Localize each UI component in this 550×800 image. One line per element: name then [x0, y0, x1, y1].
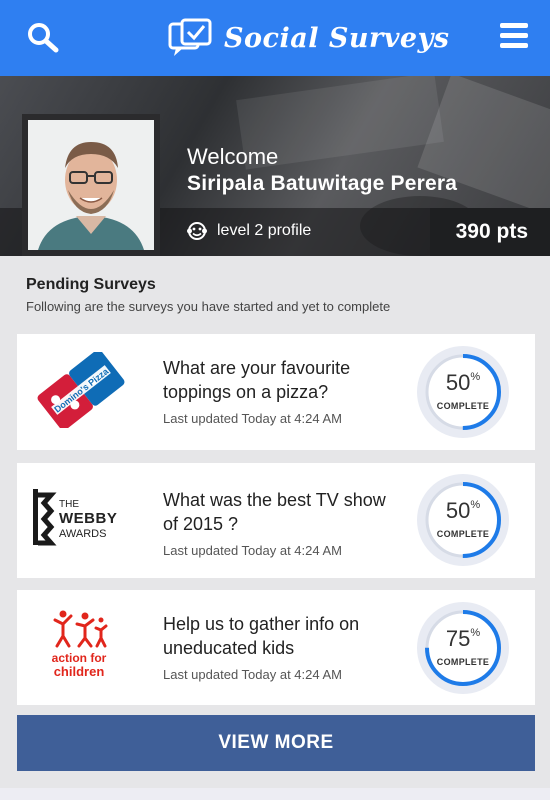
dominos-pizza-logo: Domino's Pizza	[37, 352, 125, 428]
svg-text:AWARDS: AWARDS	[59, 528, 106, 540]
user-name: Siripala Batuwitage Perera	[187, 172, 458, 195]
profile-level-label: level 2 profile	[217, 222, 312, 239]
points-value: 390 pts	[455, 220, 528, 243]
svg-text:action for: action for	[52, 651, 107, 665]
hamburger-menu-icon[interactable]	[500, 23, 528, 49]
svg-text:children: children	[54, 664, 105, 679]
brand: Social Surveys	[168, 14, 449, 62]
progress-label: COMPLETE	[436, 401, 490, 411]
bottom-strip	[0, 788, 550, 800]
survey-updated: Last updated Today at 4:24 AM	[163, 543, 343, 558]
progress-ring: 75% COMPLETE	[415, 600, 511, 696]
progress-ring: 50% COMPLETE	[415, 344, 511, 440]
progress-label: COMPLETE	[436, 529, 490, 539]
action-for-children-logo: action for children	[52, 610, 108, 679]
search-icon[interactable]	[26, 22, 62, 54]
chat-check-icon	[168, 18, 212, 56]
app-title: Social Surveys	[224, 22, 450, 54]
progress-percent: 50%	[445, 370, 481, 395]
profile-level: level 2 profile	[187, 221, 311, 241]
svg-text:WEBBY: WEBBY	[59, 510, 117, 527]
survey-updated: Last updated Today at 4:24 AM	[163, 667, 343, 682]
svg-text:THE: THE	[59, 499, 79, 510]
progress-ring: 50% COMPLETE	[415, 472, 511, 568]
webby-awards-logo: THE WEBBY AWARDS	[33, 489, 117, 546]
avatar-photo	[28, 120, 154, 250]
survey-question: What was the best TV show of 2015 ?	[163, 490, 386, 534]
progress-percent: 75%	[445, 626, 481, 651]
section-title: Pending Surveys	[26, 276, 156, 293]
survey-card[interactable]: action for children Help us to gather in…	[17, 590, 535, 705]
survey-card[interactable]: Domino's Pizza What are your favourite t…	[17, 334, 535, 450]
survey-question: What are your favourite toppings on a pi…	[163, 358, 351, 402]
survey-question: Help us to gather info on uneducated kid…	[163, 614, 360, 658]
monkey-face-icon	[187, 222, 207, 240]
welcome-label: Welcome	[187, 144, 279, 169]
app-header: Social Surveys	[0, 0, 550, 76]
survey-updated: Last updated Today at 4:24 AM	[163, 411, 343, 426]
avatar[interactable]	[22, 114, 160, 256]
section-subtitle: Following are the surveys you have start…	[26, 299, 391, 314]
view-more-button[interactable]: VIEW MORE	[17, 715, 535, 771]
progress-label: COMPLETE	[436, 657, 490, 667]
survey-card[interactable]: THE WEBBY AWARDS What was the best TV sh…	[17, 463, 535, 578]
progress-percent: 50%	[445, 498, 481, 523]
profile-banner: Welcome Siripala Batuwitage Perera level…	[0, 76, 550, 256]
